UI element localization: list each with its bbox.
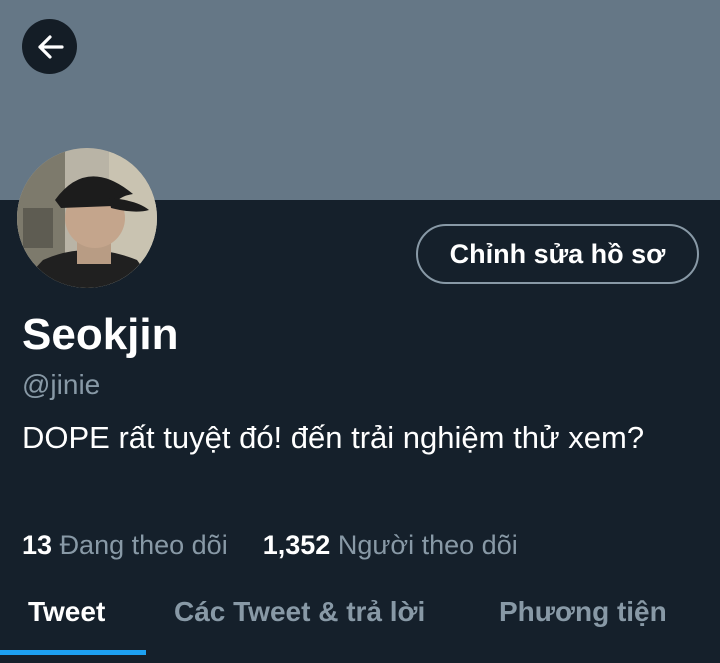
- following-stat[interactable]: 13 Đang theo dõi: [22, 530, 235, 560]
- avatar[interactable]: [17, 148, 157, 288]
- stats-row: 13 Đang theo dõi 1,352 Người theo dõi: [22, 528, 518, 562]
- following-count: 13: [22, 530, 53, 560]
- followers-count: 1,352: [262, 530, 331, 560]
- edit-profile-label: Chỉnh sửa hồ sơ: [449, 238, 666, 269]
- followers-label: Người theo dõi: [337, 530, 518, 560]
- display-name: Seokjin: [22, 310, 179, 359]
- following-label: Đang theo dõi: [59, 530, 228, 560]
- arrow-left-icon: [37, 34, 64, 59]
- followers-stat[interactable]: 1,352 Người theo dõi: [263, 530, 518, 560]
- bio: DOPE rất tuyệt đó! đến trải nghiệm thử x…: [22, 420, 645, 455]
- avatar-image: [17, 148, 157, 288]
- tab-tweet[interactable]: Tweet: [28, 594, 105, 630]
- tab-tweets-and-replies[interactable]: Các Tweet & trả lời: [174, 594, 425, 630]
- edit-profile-button[interactable]: Chỉnh sửa hồ sơ: [416, 224, 699, 284]
- profile-page: Chỉnh sửa hồ sơ Seokjin @jinie DOPE rất …: [0, 0, 720, 663]
- handle: @jinie: [22, 369, 101, 400]
- tab-media[interactable]: Phương tiện: [499, 594, 667, 630]
- back-button[interactable]: [22, 19, 77, 74]
- active-tab-indicator: [0, 650, 146, 655]
- profile-tabs: Tweet Các Tweet & trả lời Phương tiện: [0, 578, 720, 663]
